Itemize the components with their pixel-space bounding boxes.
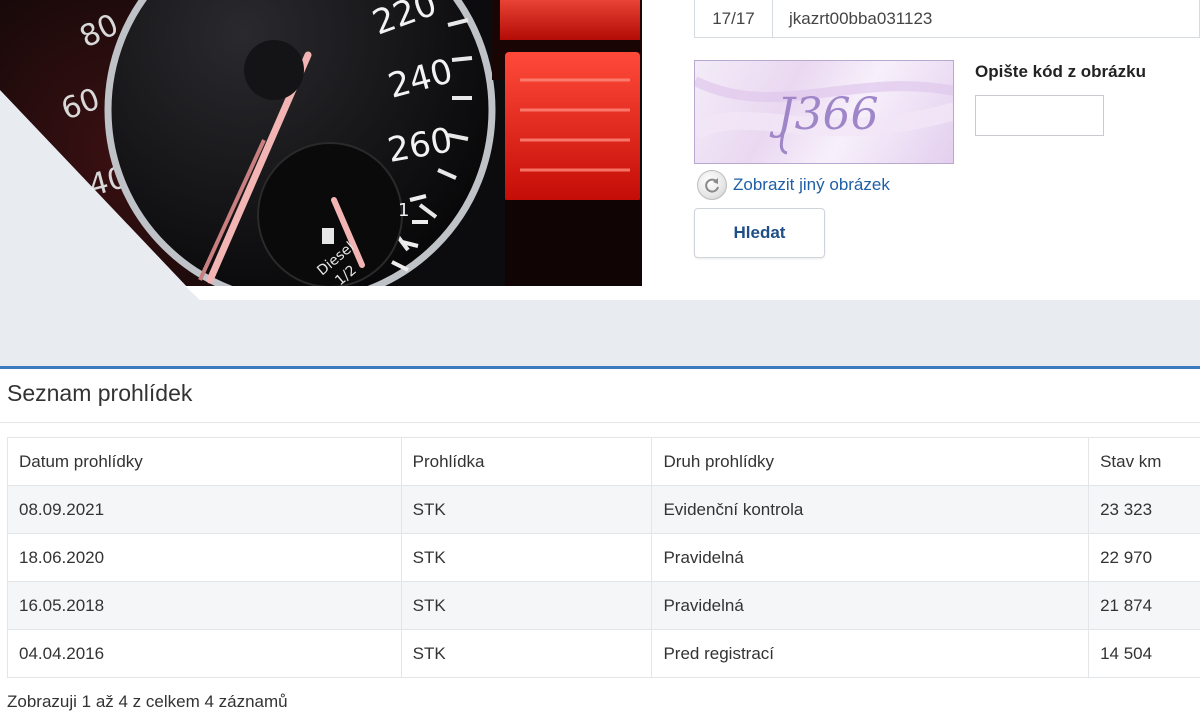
refresh-captcha-link[interactable]: Zobrazit jiný obrázek [697, 170, 890, 200]
search-button[interactable]: Hledat [694, 208, 825, 258]
captcha-label: Opište kód z obrázku [975, 62, 1146, 81]
cell-type: STK [400, 533, 653, 582]
cell-date: 18.06.2020 [7, 533, 402, 582]
column-header-km[interactable]: Stav km [1088, 437, 1200, 486]
cell-kind: Pravidelná [651, 533, 1090, 582]
svg-text:1: 1 [398, 200, 409, 221]
section-divider [0, 422, 1200, 423]
column-header-kind[interactable]: Druh prohlídky [651, 437, 1090, 486]
vin-character-count: 17/17 [695, 0, 773, 37]
column-header-date[interactable]: Datum prohlídky [7, 437, 402, 486]
cell-type: STK [400, 581, 653, 630]
table-row: 04.04.2016 STK Pred registrací 14 504 [7, 629, 1200, 678]
cell-date: 16.05.2018 [7, 581, 402, 630]
cell-type: STK [400, 629, 653, 678]
cell-kind: Pravidelná [651, 581, 1090, 630]
cell-type: STK [400, 485, 653, 534]
speedometer-hero-image: 80 60 40 220 240 260 1 Diesel 1/2 [0, 0, 642, 286]
cell-km: 14 504 [1088, 629, 1200, 678]
captcha-image: J366 [694, 60, 954, 164]
captcha-input[interactable] [975, 95, 1104, 136]
table-row: 16.05.2018 STK Pravidelná 21 874 [7, 581, 1200, 630]
inspections-table: Datum prohlídky Prohlídka Druh prohlídky… [7, 437, 1200, 678]
vin-row: 17/17 jkazrt00bba031123 [694, 0, 1200, 38]
cell-date: 08.09.2021 [7, 485, 402, 534]
section-top-border [0, 366, 1200, 369]
cell-km: 22 970 [1088, 533, 1200, 582]
svg-text:J366: J366 [769, 89, 879, 140]
cell-kind: Evidenční kontrola [651, 485, 1090, 534]
table-row: 18.06.2020 STK Pravidelná 22 970 [7, 533, 1200, 582]
table-row: 08.09.2021 STK Evidenční kontrola 23 323 [7, 485, 1200, 534]
refresh-icon [697, 170, 727, 200]
fuel-pump-icon [322, 228, 334, 244]
cell-km: 23 323 [1088, 485, 1200, 534]
cell-kind: Pred registrací [651, 629, 1090, 678]
column-header-type[interactable]: Prohlídka [400, 437, 653, 486]
cell-km: 21 874 [1088, 581, 1200, 630]
cell-date: 04.04.2016 [7, 629, 402, 678]
refresh-captcha-label: Zobrazit jiný obrázek [733, 175, 890, 194]
vin-value: jkazrt00bba031123 [789, 8, 933, 28]
inspections-title: Seznam prohlídek [7, 380, 193, 406]
table-header-row: Datum prohlídky Prohlídka Druh prohlídky… [7, 437, 1200, 486]
table-info-text: Zobrazuji 1 až 4 z celkem 4 záznamů [7, 692, 288, 711]
